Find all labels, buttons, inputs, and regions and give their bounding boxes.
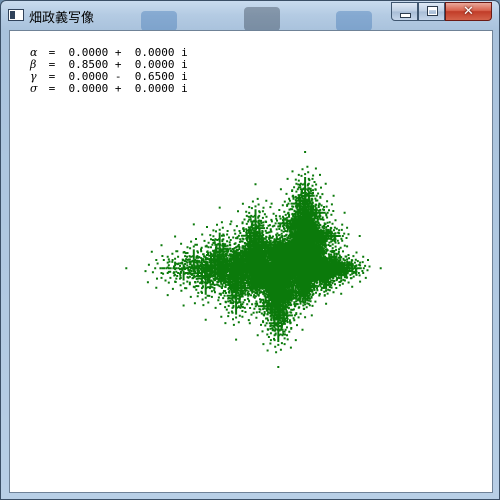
close-button[interactable]: ✕ <box>445 2 492 21</box>
window-app-icon[interactable] <box>8 9 24 21</box>
background-thumbnail <box>244 7 280 31</box>
minimize-button[interactable] <box>391 2 418 21</box>
parameter-readout: α = 0.0000 + 0.0000 i β = 0.8500 + 0.000… <box>30 47 188 95</box>
window-title: 畑政義写像 <box>29 11 95 26</box>
background-thumbnail <box>141 11 177 31</box>
drawing-canvas: α = 0.0000 + 0.0000 i β = 0.8500 + 0.000… <box>9 30 493 493</box>
fractal-drawing <box>125 151 382 368</box>
parameter-sigma: σ = 0.0000 + 0.0000 i <box>30 82 188 95</box>
title-bar[interactable]: 畑政義写像 ✕ <box>1 1 499 31</box>
minimize-icon <box>400 13 411 18</box>
maximize-icon <box>427 6 438 16</box>
fractal-points <box>125 151 382 368</box>
maximize-button[interactable] <box>418 2 445 21</box>
app-window: 畑政義写像 ✕ α = 0.0000 + 0.0000 i β = 0.8500… <box>0 0 500 500</box>
close-icon: ✕ <box>463 4 474 19</box>
background-thumbnail <box>336 11 372 31</box>
